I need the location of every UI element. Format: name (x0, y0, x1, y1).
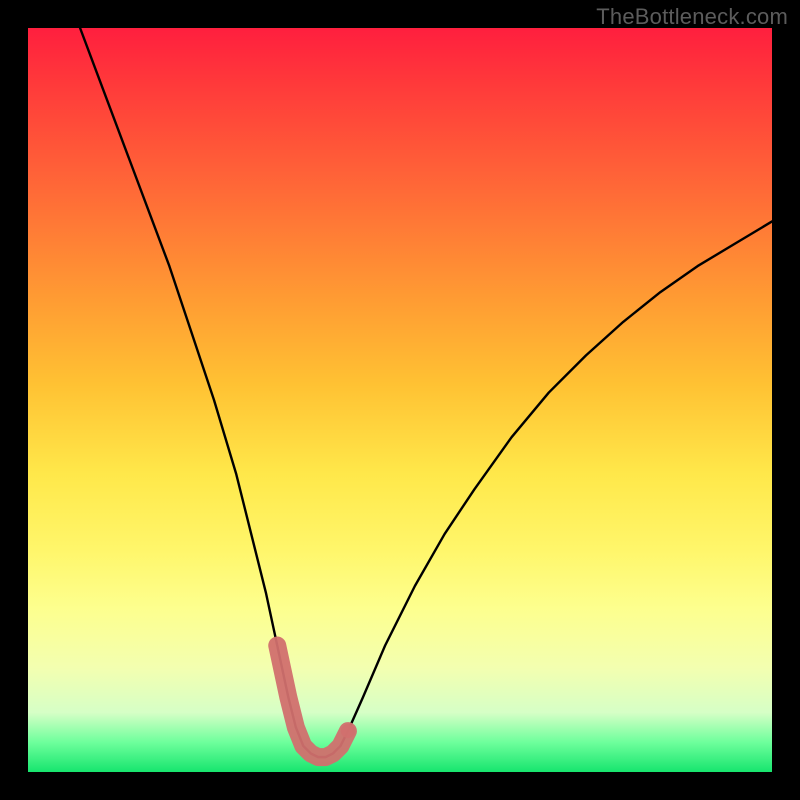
optimal-range-end-dot (341, 724, 355, 738)
outer-frame: TheBottleneck.com (0, 0, 800, 800)
bottleneck-curve (80, 28, 772, 757)
chart-svg (28, 28, 772, 772)
plot-area (28, 28, 772, 772)
watermark-text: TheBottleneck.com (596, 4, 788, 30)
optimal-range-highlight (277, 646, 348, 758)
